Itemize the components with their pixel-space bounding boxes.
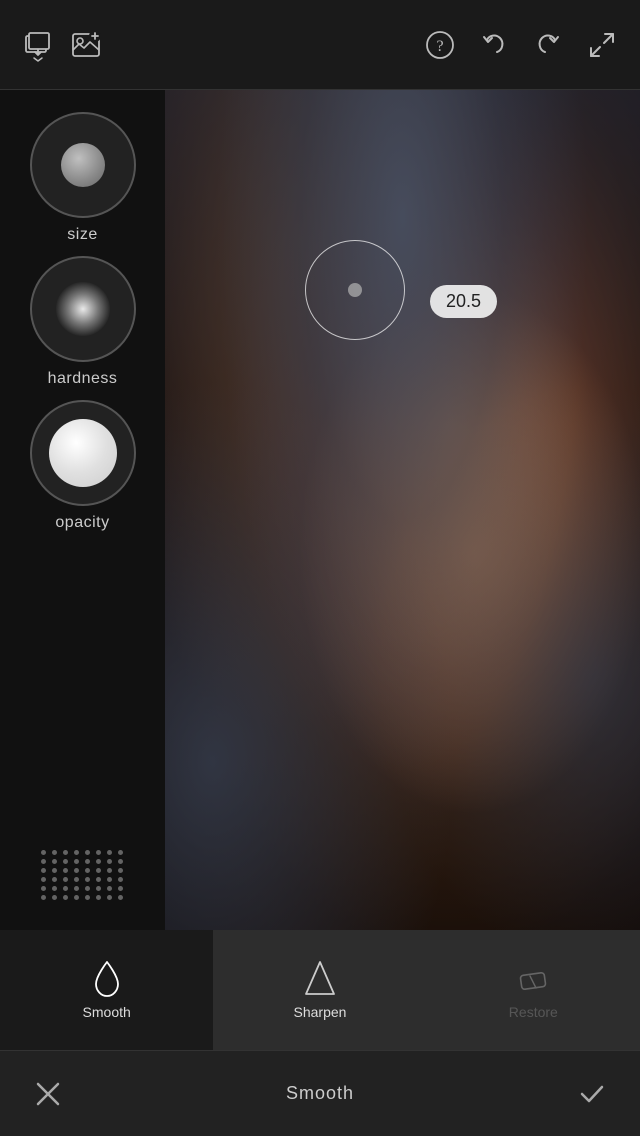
brush-pattern-dot [74, 886, 79, 891]
brush-pattern-dot [41, 868, 46, 873]
opacity-dot [49, 419, 117, 487]
toolbar-right: ? [422, 27, 620, 63]
hardness-control: hardness [0, 254, 165, 388]
brush-pattern-dot [107, 895, 112, 900]
expand-icon[interactable] [584, 27, 620, 63]
brush-pattern-dot [118, 877, 123, 882]
opacity-circle[interactable] [30, 400, 136, 506]
opacity-control: opacity [0, 398, 165, 532]
brush-pattern-dot [52, 868, 57, 873]
brush-pattern-grid[interactable] [41, 850, 125, 920]
sharpen-icon [302, 960, 338, 996]
toolbar-left [20, 27, 104, 63]
brush-pattern-dot [74, 859, 79, 864]
tool-restore[interactable]: Restore [427, 930, 640, 1050]
toolbar: ? [0, 0, 640, 90]
hardness-circle[interactable] [30, 256, 136, 362]
brush-pattern-dot [96, 886, 101, 891]
smooth-label: Smooth [83, 1004, 131, 1020]
canvas-area[interactable]: 20.5 [165, 90, 640, 930]
brush-pattern-dot [41, 877, 46, 882]
hardness-dot [56, 282, 110, 336]
cancel-button[interactable] [30, 1076, 66, 1112]
brush-pattern-dot [52, 895, 57, 900]
brush-pattern-dot [63, 886, 68, 891]
brush-pattern-dot [63, 859, 68, 864]
brush-pattern-dot [85, 868, 90, 873]
brush-pattern-dot [63, 895, 68, 900]
brush-pattern-dot [85, 850, 90, 855]
brush-pattern-dot [96, 868, 101, 873]
brush-pattern-dot [107, 859, 112, 864]
size-circle[interactable] [30, 112, 136, 218]
restore-label: Restore [509, 1004, 558, 1020]
image-icon[interactable] [68, 27, 104, 63]
brush-pattern-dot [96, 895, 101, 900]
brush-pattern-dot [41, 859, 46, 864]
brush-pattern-dot [74, 850, 79, 855]
main-area: size hardness opacity [0, 90, 640, 930]
brush-pattern-dot [118, 850, 123, 855]
brush-pattern-dot [118, 895, 123, 900]
redo-icon[interactable] [530, 27, 566, 63]
brush-pattern-dot [118, 886, 123, 891]
sharpen-label: Sharpen [294, 1004, 347, 1020]
brush-pattern-dot [63, 877, 68, 882]
brush-pattern-dot [118, 868, 123, 873]
brush-pattern-dot [85, 886, 90, 891]
brush-panel: size hardness opacity [0, 90, 165, 930]
undo-icon[interactable] [476, 27, 512, 63]
size-dot [61, 143, 105, 187]
brush-pattern-dot [85, 877, 90, 882]
size-control: size [0, 110, 165, 244]
layers-icon[interactable] [20, 27, 56, 63]
brush-pattern-dot [41, 850, 46, 855]
brush-pattern-dot [85, 859, 90, 864]
bottom-bar: Smooth [0, 1050, 640, 1136]
brush-pattern-dot [96, 877, 101, 882]
brush-pattern-dot [85, 895, 90, 900]
tool-selector: Smooth Sharpen Restore [0, 930, 640, 1050]
size-label: size [67, 226, 97, 244]
tool-title: Smooth [286, 1083, 354, 1104]
tool-sharpen[interactable]: Sharpen [213, 930, 426, 1050]
tool-smooth[interactable]: Smooth [0, 930, 213, 1050]
help-icon[interactable]: ? [422, 27, 458, 63]
brush-pattern-dot [96, 850, 101, 855]
confirm-button[interactable] [574, 1076, 610, 1112]
brush-pattern-dot [52, 850, 57, 855]
brush-pattern-dot [107, 868, 112, 873]
brush-pattern-dot [96, 859, 101, 864]
svg-text:?: ? [436, 38, 443, 55]
hardness-circle-container[interactable] [28, 254, 138, 364]
brush-pattern-dot [41, 886, 46, 891]
brush-pattern-dot [107, 886, 112, 891]
restore-icon [515, 960, 551, 996]
opacity-circle-container[interactable] [28, 398, 138, 508]
brush-pattern-dot [41, 895, 46, 900]
brush-pattern-dot [74, 877, 79, 882]
brush-pattern-dot [118, 859, 123, 864]
brush-pattern-dot [107, 877, 112, 882]
brush-pattern-dot [63, 850, 68, 855]
brush-value-badge: 20.5 [430, 285, 497, 318]
opacity-label: opacity [55, 514, 109, 532]
brush-pattern-dot [52, 859, 57, 864]
brush-pattern-dot [74, 895, 79, 900]
brush-pattern-dot [74, 868, 79, 873]
hardness-label: hardness [48, 370, 118, 388]
brush-pattern-dot [52, 886, 57, 891]
brush-pattern-dot [63, 868, 68, 873]
brush-pattern-dot [107, 850, 112, 855]
brush-pattern-dot [52, 877, 57, 882]
portrait-image [165, 90, 640, 930]
size-circle-container[interactable] [28, 110, 138, 220]
smooth-icon [89, 960, 125, 996]
